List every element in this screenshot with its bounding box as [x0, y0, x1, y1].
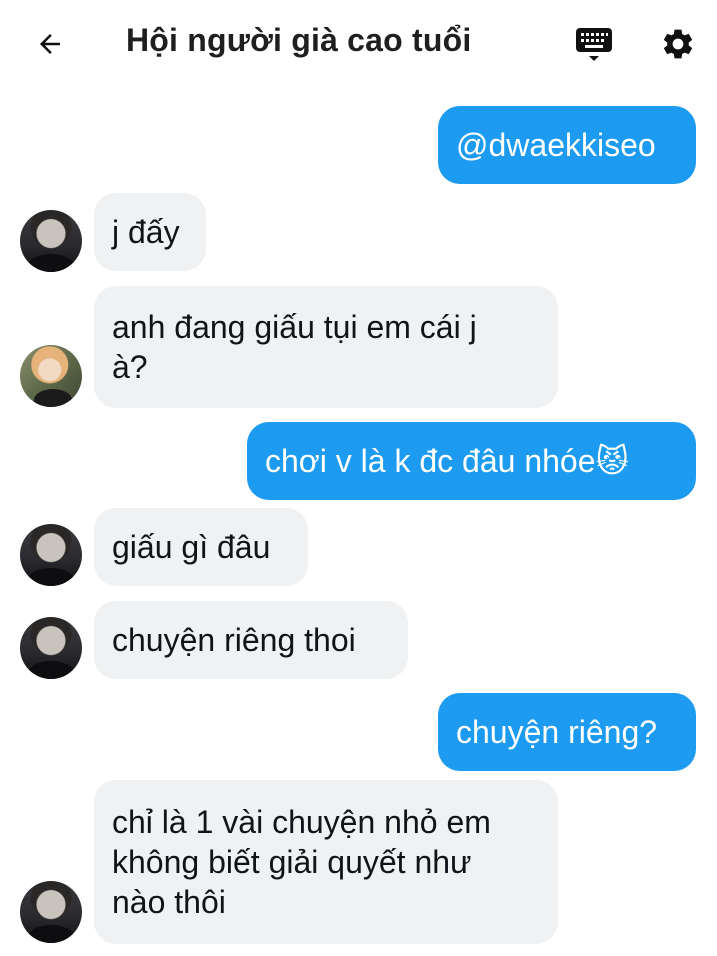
- message-text: chuyện riêng thoi: [112, 622, 356, 658]
- avatar[interactable]: [20, 524, 82, 586]
- message-text: giấu gì đâu: [112, 529, 271, 565]
- incoming-message[interactable]: chỉ là 1 vài chuyện nhỏ em không biết gi…: [94, 780, 558, 944]
- message-text-line: không biết giải quyết như: [112, 844, 472, 880]
- outgoing-message[interactable]: chuyện riêng?: [438, 693, 696, 771]
- message-text: chuyện riêng?: [456, 714, 658, 750]
- message-text-line: à?: [112, 349, 148, 385]
- avatar[interactable]: [20, 617, 82, 679]
- outgoing-message[interactable]: chơi v là k đc đâu nhóe😾: [247, 422, 696, 500]
- settings-button[interactable]: [654, 20, 702, 68]
- back-button[interactable]: [28, 22, 72, 66]
- incoming-message[interactable]: giấu gì đâu: [94, 508, 308, 586]
- message-text-line: anh đang giấu tụi em cái j: [112, 309, 477, 345]
- keyboard-icon: [576, 28, 612, 61]
- message-text-line: nào thôi: [112, 884, 226, 920]
- chat-header: Hội người già cao tuổi: [0, 0, 717, 88]
- message-text-line: chỉ là 1 vài chuyện nhỏ em: [112, 804, 491, 840]
- avatar[interactable]: [20, 210, 82, 272]
- incoming-message[interactable]: anh đang giấu tụi em cái j à?: [94, 286, 558, 408]
- message-text: j đấy: [112, 214, 180, 250]
- keyboard-button[interactable]: [570, 20, 618, 68]
- gear-icon: [663, 29, 693, 59]
- outgoing-message[interactable]: @dwaekkiseo: [438, 106, 696, 184]
- message-text: @dwaekkiseo: [456, 127, 656, 163]
- avatar[interactable]: [20, 881, 82, 943]
- conversation-title: Hội người già cao tuổi: [126, 22, 472, 58]
- incoming-message[interactable]: chuyện riêng thoi: [94, 601, 408, 679]
- message-text: chơi v là k đc đâu nhóe😾: [265, 443, 629, 479]
- incoming-message[interactable]: j đấy: [94, 193, 206, 271]
- arrow-left-icon: [40, 34, 60, 54]
- avatar[interactable]: [20, 345, 82, 407]
